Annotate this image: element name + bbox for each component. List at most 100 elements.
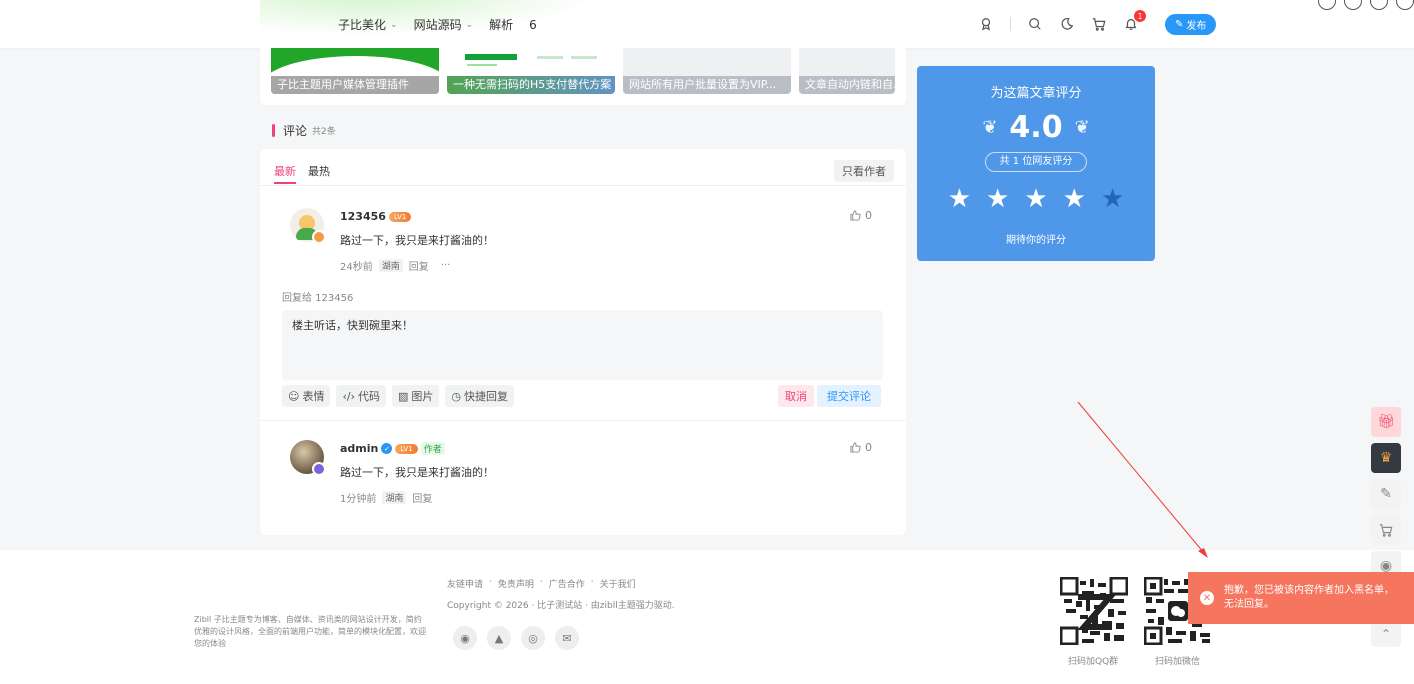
star-icon[interactable]: ★ xyxy=(1101,186,1124,212)
author-only-button[interactable]: 只看作者 xyxy=(834,160,894,182)
publish-label: 发布 xyxy=(1186,20,1207,32)
reply-value: 楼主听话，快到碗里来！ xyxy=(292,319,413,332)
laurel-right-icon: ❦ xyxy=(1074,117,1090,138)
tab-hottest[interactable]: 最热 xyxy=(308,163,330,184)
user-badge-icon xyxy=(312,462,326,476)
level-badge: LV1 xyxy=(395,443,418,454)
nav-item-parse[interactable]: 解析 xyxy=(489,16,513,33)
rating-stars: ★ ★ ★ ★ ★ xyxy=(917,186,1155,212)
clock-icon: ◷ xyxy=(451,389,461,403)
like-button[interactable]: 0 xyxy=(850,441,872,454)
qq-icon[interactable]: ▲ xyxy=(487,626,511,650)
qr-label-qq: 扫码加QQ群 xyxy=(1068,657,1119,667)
gift-icon[interactable]: 🎁︎ xyxy=(1371,407,1401,437)
reply-link[interactable]: 回复 xyxy=(409,258,429,273)
footer-copyright: Copyright © 2026 · 比子测试站 · 由zibll主题强力驱动. xyxy=(447,601,675,611)
comment-time: 1分钟前 xyxy=(340,494,377,505)
star-icon[interactable]: ★ xyxy=(948,186,971,212)
related-post-title: 网站所有用户批量设置为VIP... xyxy=(623,76,791,94)
email-icon[interactable]: ✉ xyxy=(555,626,579,650)
badge-icon[interactable] xyxy=(978,16,994,32)
notification-badge: 1 xyxy=(1134,10,1146,22)
reply-to-label: 回复给 123456 xyxy=(282,293,354,304)
star-icon[interactable]: ★ xyxy=(1024,186,1047,212)
nav-item-beautify[interactable]: 子比美化 ⌄ xyxy=(338,16,398,33)
social-links: ◉ ▲ ◎ ✉ xyxy=(453,626,579,650)
related-post-card[interactable]: 一种无需扫码的H5支付替代方案 xyxy=(447,48,615,94)
crown-icon[interactable]: ♛ xyxy=(1371,443,1401,473)
related-post-title: 文章自动内链和自... xyxy=(799,76,895,94)
circle-icon xyxy=(1344,0,1362,10)
rating-score: ❦ 4.0 ❦ xyxy=(917,110,1155,145)
comment-author[interactable]: admin ✓ LV1 作者 xyxy=(340,442,445,455)
related-post-card[interactable]: 子比主题用户媒体管理插件 xyxy=(271,48,439,94)
footer-link[interactable]: 关于我们 xyxy=(600,577,636,590)
error-toast: ✕ 抱歉，您已被该内容作者加入黑名单，无法回复。 xyxy=(1188,572,1414,624)
comments-heading: 评论 共2条 xyxy=(272,122,336,139)
avatar[interactable] xyxy=(290,208,326,244)
wechat-icon[interactable]: ◉ xyxy=(453,626,477,650)
submit-comment-button[interactable]: 提交评论 xyxy=(817,385,881,407)
related-posts: 子比主题用户媒体管理插件 一种无需扫码的H5支付替代方案 网站所有用户批量设置为… xyxy=(260,48,906,105)
cancel-button[interactable]: 取消 xyxy=(778,385,814,407)
pencil-icon[interactable]: ✎ xyxy=(1371,479,1401,509)
reply-toolbar: ☺ 表情 ‹/› 代码 ▧ 图片 ◷ 快捷回复 xyxy=(282,385,514,407)
cart-icon[interactable] xyxy=(1371,515,1401,545)
comments-count: 共2条 xyxy=(312,127,336,137)
comment-text: 路过一下，我只是来打酱油的！ xyxy=(340,234,494,247)
author-name: 123456 xyxy=(340,210,386,223)
emoji-button[interactable]: ☺ 表情 xyxy=(282,385,331,407)
divider xyxy=(1010,17,1011,31)
code-button[interactable]: ‹/› 代码 xyxy=(336,385,386,407)
window-controls xyxy=(1318,0,1414,10)
related-post-card[interactable]: 网站所有用户批量设置为VIP... xyxy=(623,48,791,94)
heading-accent xyxy=(272,124,275,137)
cart-icon[interactable] xyxy=(1091,16,1107,32)
nav-item-source[interactable]: 网站源码 ⌄ xyxy=(414,16,474,33)
comment-author[interactable]: 123456 LV1 xyxy=(340,210,412,223)
footer-link[interactable]: 免责声明 xyxy=(498,577,534,590)
star-icon[interactable]: ★ xyxy=(1063,186,1086,212)
rating-card: 为这篇文章评分 ❦ 4.0 ❦ 共 1 位网友评分 ★ ★ ★ ★ ★ 期待你的评分 xyxy=(917,66,1155,261)
reply-link[interactable]: 回复 xyxy=(412,490,432,505)
publish-button[interactable]: ✎ 发布 xyxy=(1165,13,1217,35)
tab-latest[interactable]: 最新 xyxy=(274,163,296,184)
moon-icon[interactable] xyxy=(1059,16,1075,32)
related-post-card[interactable]: 文章自动内链和自... xyxy=(799,48,895,94)
footer-link[interactable]: 友链申请 xyxy=(447,577,483,590)
divider xyxy=(260,420,906,421)
comment-time: 24秒前 xyxy=(340,262,373,273)
avatar[interactable] xyxy=(290,440,326,476)
quick-reply-button[interactable]: ◷ 快捷回复 xyxy=(445,385,514,407)
star-icon[interactable]: ★ xyxy=(986,186,1009,212)
image-button[interactable]: ▧ 图片 xyxy=(391,385,440,407)
comment-text: 路过一下，我只是来打酱油的！ xyxy=(340,466,494,479)
user-badge-icon xyxy=(312,230,326,244)
bell-icon[interactable]: 1 xyxy=(1123,10,1146,32)
more-icon[interactable]: ··· xyxy=(441,260,451,271)
like-button[interactable]: 0 xyxy=(850,209,872,222)
nav-item-six[interactable]: 6 xyxy=(529,16,537,33)
like-count: 0 xyxy=(865,209,872,222)
circle-icon xyxy=(1396,0,1414,10)
circle-icon xyxy=(1370,0,1388,10)
reply-textarea[interactable]: 楼主听话，快到碗里来！ xyxy=(282,310,883,380)
site-header: 子比美化 ⌄ 网站源码 ⌄ 解析 6 1 ✎ 发布 xyxy=(0,0,1414,48)
nav-label: 网站源码 xyxy=(413,18,462,32)
comments-panel: 最新 最热 只看作者 123456 LV1 路过一下，我只是来打酱油的！ 24秒… xyxy=(260,149,906,535)
weibo-icon[interactable]: ◎ xyxy=(521,626,545,650)
search-icon[interactable] xyxy=(1027,16,1043,32)
footer-links: 友链申请 · 免责声明 · 广告合作 · 关于我们 xyxy=(447,577,636,590)
chevron-up-icon[interactable]: ⌃ xyxy=(1371,621,1401,647)
comment-meta: 24秒前 湖南 回复 ··· xyxy=(340,258,450,273)
circle-icon xyxy=(1318,0,1336,10)
footer-link[interactable]: 广告合作 xyxy=(549,577,585,590)
qr-label-wechat: 扫码加微信 xyxy=(1155,657,1201,667)
rating-count-badge: 共 1 位网友评分 xyxy=(985,152,1087,172)
floating-toolbar: 🎁︎ ♛ ✎ ◉ xyxy=(1371,407,1401,587)
rating-title: 为这篇文章评分 xyxy=(990,86,1082,101)
code-icon: ‹/› xyxy=(342,389,355,403)
laurel-left-icon: ❦ xyxy=(982,117,998,138)
nav-label: 解析 xyxy=(489,18,514,32)
thumbs-up-icon xyxy=(850,210,861,221)
